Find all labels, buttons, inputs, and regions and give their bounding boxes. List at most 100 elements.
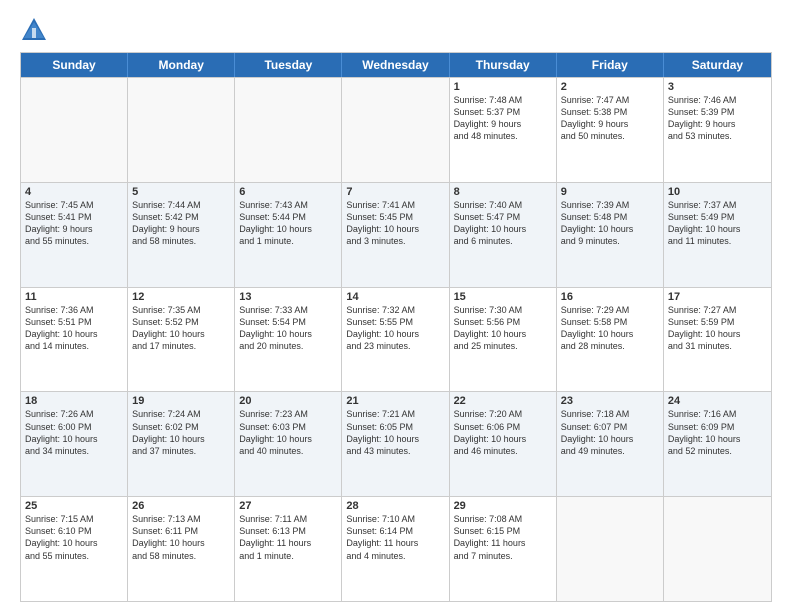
cell-info: Sunrise: 7:20 AM Sunset: 6:06 PM Dayligh… (454, 408, 552, 457)
calendar-empty-cell (128, 78, 235, 182)
calendar-day-cell: 3Sunrise: 7:46 AM Sunset: 5:39 PM Daylig… (664, 78, 771, 182)
cell-info: Sunrise: 7:16 AM Sunset: 6:09 PM Dayligh… (668, 408, 767, 457)
cell-info: Sunrise: 7:24 AM Sunset: 6:02 PM Dayligh… (132, 408, 230, 457)
cell-date: 13 (239, 291, 337, 303)
cell-date: 3 (668, 81, 767, 93)
cell-date: 4 (25, 186, 123, 198)
cell-info: Sunrise: 7:11 AM Sunset: 6:13 PM Dayligh… (239, 513, 337, 562)
calendar-day-cell: 17Sunrise: 7:27 AM Sunset: 5:59 PM Dayli… (664, 288, 771, 392)
cell-info: Sunrise: 7:23 AM Sunset: 6:03 PM Dayligh… (239, 408, 337, 457)
cell-info: Sunrise: 7:29 AM Sunset: 5:58 PM Dayligh… (561, 304, 659, 353)
logo-icon (20, 16, 48, 44)
calendar-week-row: 11Sunrise: 7:36 AM Sunset: 5:51 PM Dayli… (21, 287, 771, 392)
cell-date: 20 (239, 395, 337, 407)
cell-date: 21 (346, 395, 444, 407)
cell-date: 8 (454, 186, 552, 198)
calendar-week-row: 4Sunrise: 7:45 AM Sunset: 5:41 PM Daylig… (21, 182, 771, 287)
calendar-empty-cell (342, 78, 449, 182)
calendar-day-cell: 16Sunrise: 7:29 AM Sunset: 5:58 PM Dayli… (557, 288, 664, 392)
calendar-day-cell: 12Sunrise: 7:35 AM Sunset: 5:52 PM Dayli… (128, 288, 235, 392)
cell-info: Sunrise: 7:33 AM Sunset: 5:54 PM Dayligh… (239, 304, 337, 353)
calendar-week-row: 1Sunrise: 7:48 AM Sunset: 5:37 PM Daylig… (21, 77, 771, 182)
calendar-day-cell: 20Sunrise: 7:23 AM Sunset: 6:03 PM Dayli… (235, 392, 342, 496)
cell-info: Sunrise: 7:27 AM Sunset: 5:59 PM Dayligh… (668, 304, 767, 353)
cell-info: Sunrise: 7:21 AM Sunset: 6:05 PM Dayligh… (346, 408, 444, 457)
calendar-day-cell: 2Sunrise: 7:47 AM Sunset: 5:38 PM Daylig… (557, 78, 664, 182)
cell-date: 24 (668, 395, 767, 407)
calendar-day-cell: 18Sunrise: 7:26 AM Sunset: 6:00 PM Dayli… (21, 392, 128, 496)
calendar-empty-cell (664, 497, 771, 601)
calendar-day-cell: 23Sunrise: 7:18 AM Sunset: 6:07 PM Dayli… (557, 392, 664, 496)
cell-info: Sunrise: 7:08 AM Sunset: 6:15 PM Dayligh… (454, 513, 552, 562)
calendar-week-row: 18Sunrise: 7:26 AM Sunset: 6:00 PM Dayli… (21, 391, 771, 496)
cell-date: 22 (454, 395, 552, 407)
calendar-header-cell: Friday (557, 53, 664, 77)
cell-info: Sunrise: 7:39 AM Sunset: 5:48 PM Dayligh… (561, 199, 659, 248)
cell-info: Sunrise: 7:46 AM Sunset: 5:39 PM Dayligh… (668, 94, 767, 143)
calendar-day-cell: 14Sunrise: 7:32 AM Sunset: 5:55 PM Dayli… (342, 288, 449, 392)
cell-date: 23 (561, 395, 659, 407)
calendar-empty-cell (21, 78, 128, 182)
cell-info: Sunrise: 7:10 AM Sunset: 6:14 PM Dayligh… (346, 513, 444, 562)
cell-date: 16 (561, 291, 659, 303)
cell-info: Sunrise: 7:32 AM Sunset: 5:55 PM Dayligh… (346, 304, 444, 353)
cell-date: 1 (454, 81, 552, 93)
cell-info: Sunrise: 7:30 AM Sunset: 5:56 PM Dayligh… (454, 304, 552, 353)
cell-date: 2 (561, 81, 659, 93)
cell-date: 7 (346, 186, 444, 198)
cell-info: Sunrise: 7:26 AM Sunset: 6:00 PM Dayligh… (25, 408, 123, 457)
calendar-day-cell: 4Sunrise: 7:45 AM Sunset: 5:41 PM Daylig… (21, 183, 128, 287)
cell-info: Sunrise: 7:48 AM Sunset: 5:37 PM Dayligh… (454, 94, 552, 143)
cell-info: Sunrise: 7:45 AM Sunset: 5:41 PM Dayligh… (25, 199, 123, 248)
cell-info: Sunrise: 7:37 AM Sunset: 5:49 PM Dayligh… (668, 199, 767, 248)
calendar-day-cell: 24Sunrise: 7:16 AM Sunset: 6:09 PM Dayli… (664, 392, 771, 496)
cell-date: 19 (132, 395, 230, 407)
calendar-day-cell: 25Sunrise: 7:15 AM Sunset: 6:10 PM Dayli… (21, 497, 128, 601)
cell-info: Sunrise: 7:43 AM Sunset: 5:44 PM Dayligh… (239, 199, 337, 248)
calendar-day-cell: 1Sunrise: 7:48 AM Sunset: 5:37 PM Daylig… (450, 78, 557, 182)
calendar-day-cell: 19Sunrise: 7:24 AM Sunset: 6:02 PM Dayli… (128, 392, 235, 496)
calendar-day-cell: 21Sunrise: 7:21 AM Sunset: 6:05 PM Dayli… (342, 392, 449, 496)
calendar-header-cell: Wednesday (342, 53, 449, 77)
calendar-header-cell: Monday (128, 53, 235, 77)
calendar-day-cell: 27Sunrise: 7:11 AM Sunset: 6:13 PM Dayli… (235, 497, 342, 601)
cell-info: Sunrise: 7:35 AM Sunset: 5:52 PM Dayligh… (132, 304, 230, 353)
cell-info: Sunrise: 7:18 AM Sunset: 6:07 PM Dayligh… (561, 408, 659, 457)
cell-date: 17 (668, 291, 767, 303)
cell-date: 9 (561, 186, 659, 198)
calendar-header: SundayMondayTuesdayWednesdayThursdayFrid… (21, 53, 771, 77)
cell-date: 28 (346, 500, 444, 512)
cell-date: 18 (25, 395, 123, 407)
calendar-empty-cell (557, 497, 664, 601)
logo (20, 16, 52, 44)
cell-info: Sunrise: 7:41 AM Sunset: 5:45 PM Dayligh… (346, 199, 444, 248)
calendar-day-cell: 7Sunrise: 7:41 AM Sunset: 5:45 PM Daylig… (342, 183, 449, 287)
calendar-day-cell: 5Sunrise: 7:44 AM Sunset: 5:42 PM Daylig… (128, 183, 235, 287)
cell-date: 10 (668, 186, 767, 198)
cell-date: 25 (25, 500, 123, 512)
calendar-day-cell: 22Sunrise: 7:20 AM Sunset: 6:06 PM Dayli… (450, 392, 557, 496)
calendar-day-cell: 26Sunrise: 7:13 AM Sunset: 6:11 PM Dayli… (128, 497, 235, 601)
page: SundayMondayTuesdayWednesdayThursdayFrid… (0, 0, 792, 612)
calendar-day-cell: 9Sunrise: 7:39 AM Sunset: 5:48 PM Daylig… (557, 183, 664, 287)
calendar-day-cell: 11Sunrise: 7:36 AM Sunset: 5:51 PM Dayli… (21, 288, 128, 392)
cell-date: 27 (239, 500, 337, 512)
cell-info: Sunrise: 7:13 AM Sunset: 6:11 PM Dayligh… (132, 513, 230, 562)
calendar-empty-cell (235, 78, 342, 182)
cell-date: 6 (239, 186, 337, 198)
calendar-header-cell: Saturday (664, 53, 771, 77)
calendar: SundayMondayTuesdayWednesdayThursdayFrid… (20, 52, 772, 602)
cell-date: 29 (454, 500, 552, 512)
calendar-day-cell: 10Sunrise: 7:37 AM Sunset: 5:49 PM Dayli… (664, 183, 771, 287)
calendar-day-cell: 15Sunrise: 7:30 AM Sunset: 5:56 PM Dayli… (450, 288, 557, 392)
cell-info: Sunrise: 7:44 AM Sunset: 5:42 PM Dayligh… (132, 199, 230, 248)
calendar-header-cell: Sunday (21, 53, 128, 77)
cell-info: Sunrise: 7:15 AM Sunset: 6:10 PM Dayligh… (25, 513, 123, 562)
cell-date: 26 (132, 500, 230, 512)
cell-date: 15 (454, 291, 552, 303)
calendar-day-cell: 6Sunrise: 7:43 AM Sunset: 5:44 PM Daylig… (235, 183, 342, 287)
cell-date: 12 (132, 291, 230, 303)
calendar-body: 1Sunrise: 7:48 AM Sunset: 5:37 PM Daylig… (21, 77, 771, 601)
calendar-day-cell: 8Sunrise: 7:40 AM Sunset: 5:47 PM Daylig… (450, 183, 557, 287)
cell-date: 14 (346, 291, 444, 303)
